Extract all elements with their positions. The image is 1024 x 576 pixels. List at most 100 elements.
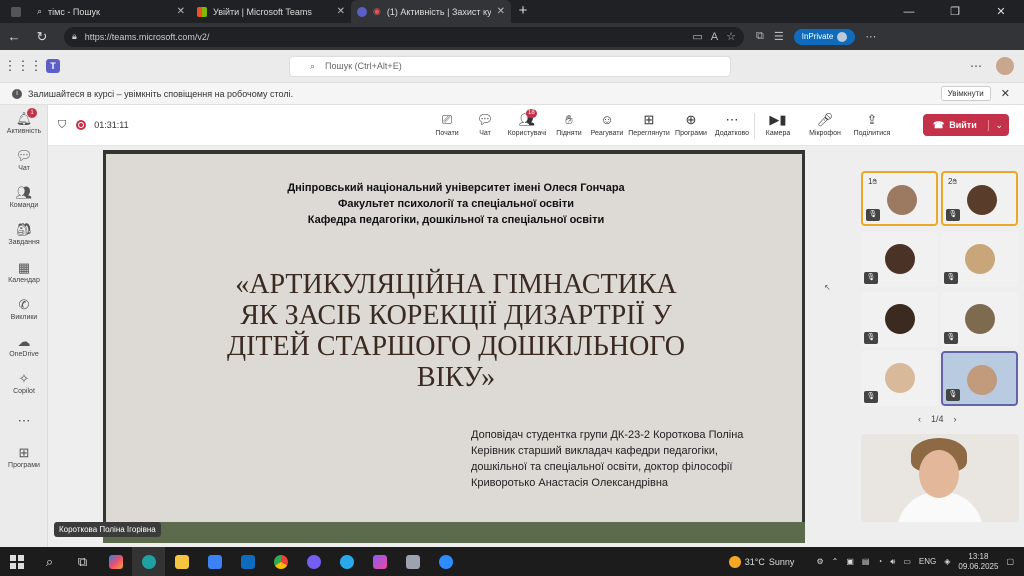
browser-tab-search[interactable]: ⌕ тімс - Пошук ✕ (31, 0, 191, 23)
view-button[interactable]: ⊞ Переглянути (626, 105, 672, 146)
browser-tab-teams[interactable]: ◉ (1) Активність | Захист курсо ✕ (351, 0, 511, 23)
share-button[interactable]: ⇪ Поділитися (849, 105, 895, 146)
edge-icon[interactable] (132, 547, 165, 576)
raised-hand-order: 2✋︎ (948, 177, 958, 186)
task-view-icon[interactable]: ⧉ (66, 547, 99, 576)
settings-more-icon[interactable]: ⋯ (865, 30, 876, 43)
tray-app-icon[interactable]: ▣ (846, 557, 854, 566)
rail-item-apps[interactable]: ⊞ Програми (0, 445, 48, 469)
rail-item-copilot[interactable]: ✧ Copilot (0, 371, 48, 395)
leave-button[interactable]: ☎ Вийти ⌄ (923, 114, 1009, 136)
self-view-video[interactable] (861, 434, 1019, 522)
rail-item-onedrive[interactable]: ☁ OneDrive (0, 334, 48, 358)
close-window-icon[interactable]: ✕ (978, 5, 1024, 18)
close-icon[interactable]: ✕ (497, 6, 505, 17)
store-icon[interactable] (198, 547, 231, 576)
app-launcher-icon[interactable]: ⋮⋮⋮ (0, 58, 46, 74)
rail-item-assignments[interactable]: 🎒︎ Завдання (0, 222, 48, 246)
chevron-down-icon[interactable]: ⌄ (988, 119, 1009, 131)
people-button[interactable]: 👥︎ 18 Користувачі (504, 105, 550, 146)
telegram-icon[interactable] (330, 547, 363, 576)
read-aloud-icon[interactable]: A (711, 31, 718, 43)
chevron-left-icon[interactable]: ‹ (918, 414, 921, 424)
tray-app-icon[interactable]: ▤ (862, 557, 870, 566)
copilot-app-icon[interactable] (363, 547, 396, 576)
microphone-button[interactable]: 🎤︎ Мікрофон (801, 105, 849, 146)
more-options-icon[interactable]: ⋯ (970, 59, 982, 73)
file-explorer-icon[interactable] (165, 547, 198, 576)
weather-desc: Sunny (768, 556, 795, 567)
favorites-icon[interactable]: ☰ (774, 30, 784, 43)
tray-settings-icon[interactable]: ⚙ (816, 557, 823, 566)
windows-start-icon[interactable] (0, 547, 33, 576)
participant-tile[interactable]: 🎙︎ (941, 292, 1018, 347)
chat-icon: 💬︎ (476, 112, 494, 127)
network-icon[interactable]: ◈ (944, 557, 950, 566)
more-button[interactable]: ⋯ Додатково (710, 105, 754, 146)
language-indicator[interactable]: ENG (919, 557, 936, 566)
new-tab-button[interactable]: + (511, 0, 535, 23)
search-input[interactable]: ⌕ Пошук (Ctrl+Alt+E) (289, 55, 731, 77)
rail-item-teams[interactable]: 👥︎ Команди (0, 185, 48, 209)
recording-icon (76, 120, 87, 130)
participant-tile[interactable]: 🎙︎ (861, 351, 938, 406)
clock-time: 13:18 (968, 551, 989, 561)
chevron-right-icon[interactable]: › (954, 414, 957, 424)
weather-widget[interactable]: 31°C Sunny (728, 555, 795, 568)
browser-tab-login[interactable]: Увійти | Microsoft Teams ✕ (191, 0, 351, 23)
participant-tile[interactable]: 🎙︎ (941, 232, 1018, 287)
chat-button[interactable]: 💬︎ Чат (466, 105, 504, 146)
shield-icon[interactable]: ⛉ (58, 119, 66, 132)
participant-tile[interactable]: 2✋︎ 🎙︎ (941, 171, 1018, 226)
refresh-icon[interactable]: ↻ (28, 29, 56, 45)
mic-muted-icon: 🎙︎ (864, 272, 878, 284)
clock[interactable]: 13:18 09.06.2025 (958, 552, 998, 572)
rail-item-calls[interactable]: ✆ Виклики (0, 297, 48, 321)
raise-hand-button[interactable]: ✋︎ Підняти (550, 105, 588, 146)
viber-icon[interactable] (297, 547, 330, 576)
toolbar-label: Поділитися (853, 130, 891, 137)
start-button[interactable]: ⎚ Почати (428, 105, 466, 146)
participant-tile[interactable]: 🎙︎ (861, 292, 938, 347)
inprivate-badge[interactable]: InPrivate (793, 28, 856, 45)
react-button[interactable]: ☺ Реагувати (588, 105, 626, 146)
favorite-star-icon[interactable]: ☆ (726, 30, 736, 43)
leave-label: Вийти (949, 120, 977, 130)
search-icon[interactable]: ⌕ (33, 547, 66, 576)
paint-icon[interactable] (396, 547, 429, 576)
tray-wifi-icon[interactable]: ◔ (877, 557, 882, 566)
participant-tile[interactable]: 🎙︎ (941, 351, 1018, 406)
notifications-icon[interactable]: ▢ (1006, 557, 1014, 566)
minimize-icon[interactable]: — (886, 6, 932, 18)
rail-item-calendar[interactable]: ▦ Календар (0, 260, 48, 284)
copilot-icon[interactable] (99, 547, 132, 576)
battery-icon[interactable]: ▭ (903, 557, 911, 566)
extensions-icon[interactable]: ⧉ (756, 30, 764, 43)
sun-icon (728, 555, 741, 568)
slide-title-line: ДІТЕЙ СТАРШОГО ДОШКІЛЬНОГО (227, 331, 685, 362)
tray-chevron-up-icon[interactable]: ⌃ (832, 557, 839, 566)
enable-notifications-button[interactable]: Увімкнути (940, 86, 991, 101)
tab-actions-button[interactable] (0, 0, 31, 23)
url-field[interactable]: 🔒︎ https://teams.microsoft.com/v2/ ▭ A ☆ (64, 26, 744, 47)
rail-item-more[interactable]: ⋯ (0, 413, 48, 430)
participant-tile[interactable]: 1✋︎ 🎙︎ (861, 171, 938, 226)
chrome-icon[interactable] (264, 547, 297, 576)
volume-icon[interactable]: 🔊︎ (890, 557, 895, 567)
participant-tile[interactable]: 🎙︎ (861, 232, 938, 287)
app-install-icon[interactable]: ▭ (692, 30, 702, 43)
close-icon[interactable]: ✕ (177, 6, 185, 17)
notification-text: Залишайтеся в курсі – увімкніть сповіщен… (28, 88, 294, 99)
back-icon[interactable]: ← (0, 29, 28, 44)
zoom-icon[interactable] (429, 547, 462, 576)
restore-icon[interactable]: ❐ (932, 5, 978, 18)
camera-button[interactable]: ▶︎▮ Камера (755, 105, 801, 146)
tab-title: тімс - Пошук (48, 6, 100, 17)
close-icon[interactable]: ✕ (1001, 87, 1010, 100)
close-icon[interactable]: ✕ (337, 6, 345, 17)
user-avatar[interactable] (996, 57, 1014, 75)
rail-item-chat[interactable]: 💬︎ Чат (0, 148, 48, 172)
apps-button[interactable]: ⊕ Програми (672, 105, 710, 146)
rail-item-activity[interactable]: 🔔︎ 1 Активність (0, 108, 48, 135)
outlook-icon[interactable] (231, 547, 264, 576)
